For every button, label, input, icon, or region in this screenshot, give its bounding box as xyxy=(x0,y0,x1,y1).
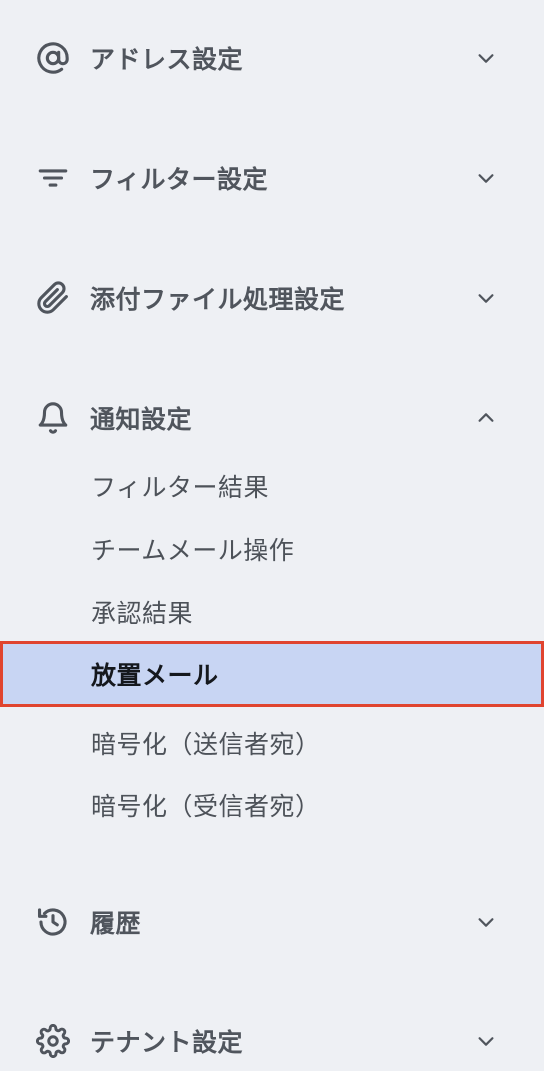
section-address-settings[interactable]: アドレス設定 xyxy=(0,28,544,88)
filter-icon xyxy=(36,161,70,195)
section-label: フィルター設定 xyxy=(90,165,269,194)
section-label: テナント設定 xyxy=(90,1028,244,1057)
nav-item-encryption-sender[interactable]: 暗号化（送信者宛） xyxy=(0,716,544,770)
chevron-up-icon[interactable] xyxy=(472,404,500,432)
chevron-down-icon[interactable] xyxy=(472,1027,500,1055)
at-sign-icon xyxy=(36,41,70,75)
nav-item-neglected-mail[interactable]: 放置メール xyxy=(0,641,544,707)
nav-item-approval-result[interactable]: 承認結果 xyxy=(0,585,544,639)
nav-item-label: 放置メール xyxy=(91,661,219,690)
nav-item-team-mail-operation[interactable]: チームメール操作 xyxy=(0,522,544,576)
chevron-down-icon[interactable] xyxy=(472,164,500,192)
section-history[interactable]: 履歴 xyxy=(0,892,544,952)
bell-icon xyxy=(36,401,70,435)
section-label: 履歴 xyxy=(90,909,142,938)
section-attachment-settings[interactable]: 添付ファイル処理設定 xyxy=(0,268,544,328)
section-label: 通知設定 xyxy=(90,405,193,434)
chevron-down-icon[interactable] xyxy=(472,284,500,312)
nav-item-label: 暗号化（送信者宛） xyxy=(91,730,321,759)
nav-item-label: チームメール操作 xyxy=(91,536,295,565)
paperclip-icon xyxy=(36,281,70,315)
gear-icon xyxy=(36,1024,70,1058)
chevron-down-icon[interactable] xyxy=(472,908,500,936)
nav-item-filter-result[interactable]: フィルター結果 xyxy=(0,459,544,513)
section-notification-settings[interactable]: 通知設定 xyxy=(0,388,544,448)
chevron-down-icon[interactable] xyxy=(472,44,500,72)
section-label: アドレス設定 xyxy=(90,45,244,74)
nav-item-label: 承認結果 xyxy=(91,599,194,628)
section-filter-settings[interactable]: フィルター設定 xyxy=(0,148,544,208)
nav-item-label: 暗号化（受信者宛） xyxy=(91,792,321,821)
section-label: 添付ファイル処理設定 xyxy=(90,285,346,314)
history-icon xyxy=(36,905,70,939)
nav-item-encryption-recipient[interactable]: 暗号化（受信者宛） xyxy=(0,778,544,832)
nav-item-label: フィルター結果 xyxy=(91,473,270,502)
section-tenant-settings[interactable]: テナント設定 xyxy=(0,1011,544,1071)
